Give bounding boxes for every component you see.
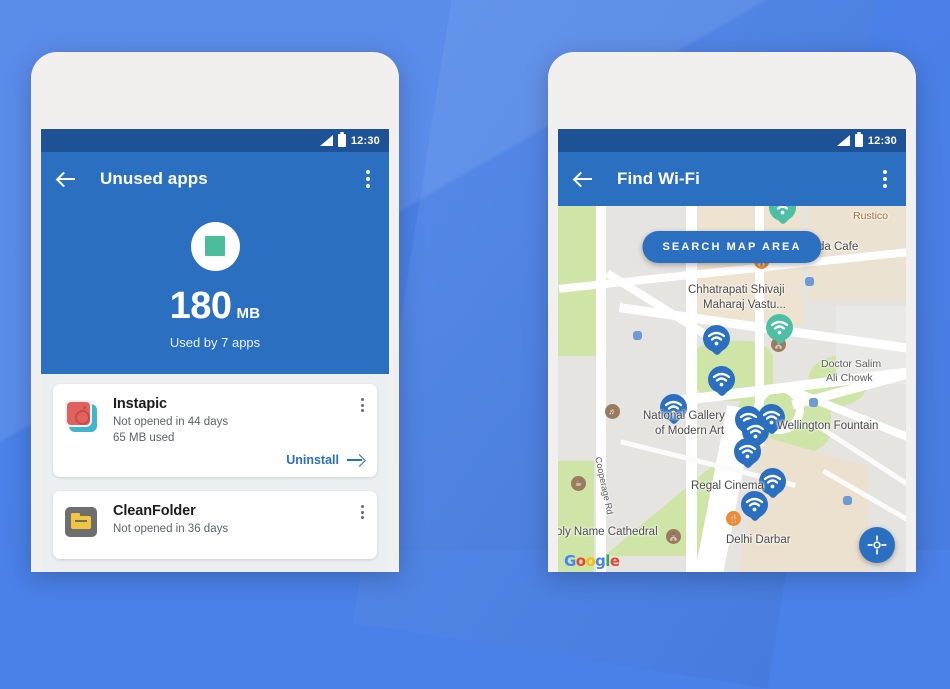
storage-subtitle: Used by 7 apps — [169, 335, 261, 350]
poi-marker[interactable] — [809, 398, 818, 407]
app-details: Instapic Not opened in 44 days 65 MB use… — [105, 396, 365, 467]
storage-unit: MB — [236, 305, 261, 322]
storage-value-row: 180 MB — [41, 287, 389, 325]
status-bar-right: 12:30 — [558, 129, 906, 152]
page-title: Unused apps — [100, 169, 208, 188]
map-label: oly Name Cathedral — [558, 526, 658, 538]
map-label: of Modern Art — [655, 425, 725, 437]
phone-right: 12:30 Find Wi-Fi ⛪ ♬ ☕ ⛪ 🍴 Rustico da Ca… — [548, 52, 916, 572]
signal-icon — [319, 135, 333, 146]
wifi-icon — [738, 444, 757, 459]
storage-value: 180 — [169, 285, 232, 327]
overflow-menu-icon[interactable] — [361, 505, 364, 519]
battery-icon — [854, 132, 863, 147]
poi-marker[interactable]: ♬ — [605, 404, 620, 419]
cleanfolder-app-icon — [65, 507, 99, 539]
back-arrow-icon[interactable] — [571, 166, 597, 192]
search-map-area-button[interactable]: SEARCH MAP AREA — [642, 231, 822, 263]
wifi-icon — [774, 206, 791, 215]
app-last-opened: Not opened in 44 days — [113, 416, 229, 428]
status-bar-left: 12:30 — [41, 129, 389, 152]
map-label: Wellington Fountain — [777, 420, 879, 432]
wifi-pin[interactable] — [769, 206, 796, 228]
map-label: da Cafe — [818, 241, 859, 253]
back-arrow-icon[interactable] — [54, 166, 80, 192]
my-location-icon — [867, 535, 887, 555]
poi-marker[interactable] — [805, 277, 814, 286]
duplicate-squares-icon — [190, 222, 240, 271]
phone-right-bezel-top — [548, 52, 916, 155]
map-label: National Gallery — [643, 410, 725, 422]
unused-apps-list: Instapic Not opened in 44 days 65 MB use… — [41, 374, 389, 572]
list-item[interactable]: Instapic Not opened in 44 days 65 MB use… — [53, 384, 377, 477]
wifi-pin[interactable] — [741, 491, 768, 525]
arrow-right-icon — [347, 454, 365, 466]
map-canvas[interactable]: ☕ ⛪ ⛪ ♬ ☕ ⛪ 🍴 — [558, 206, 906, 572]
overflow-menu-icon[interactable] — [361, 398, 364, 412]
poi-marker[interactable] — [633, 331, 642, 340]
poi-marker[interactable] — [843, 496, 852, 505]
status-time: 12:30 — [350, 134, 380, 147]
overflow-menu-icon[interactable] — [883, 170, 887, 188]
toolbar-find-wifi: Find Wi-Fi — [558, 152, 906, 206]
app-icon-wrap — [65, 396, 105, 467]
poi-marker[interactable]: ☕ — [571, 476, 586, 491]
map-road — [596, 206, 606, 572]
map-label: Delhi Darbar — [726, 534, 791, 546]
wifi-pin[interactable] — [734, 438, 761, 472]
wifi-icon — [707, 331, 726, 346]
my-location-button[interactable] — [859, 527, 895, 563]
wifi-pin[interactable] — [708, 366, 735, 400]
poi-marker[interactable]: ⛪ — [666, 529, 681, 544]
app-last-opened: Not opened in 36 days — [113, 523, 229, 535]
battery-icon — [337, 132, 346, 147]
overflow-menu-icon[interactable] — [366, 170, 370, 188]
wifi-pin[interactable] — [703, 325, 730, 359]
map-label: Regal Cinema — [691, 480, 764, 492]
wifi-icon — [712, 372, 731, 387]
storage-summary: 180 MB Used by 7 apps — [41, 206, 389, 374]
google-attribution: Google — [564, 552, 620, 570]
app-name: Instapic — [113, 396, 167, 412]
app-details: CleanFolder Not opened in 36 days — [105, 503, 365, 539]
wifi-icon — [745, 497, 764, 512]
phone-left-bezel-top — [31, 52, 399, 155]
instapic-app-icon — [65, 400, 101, 436]
wifi-icon — [770, 320, 789, 335]
phone-left: 12:30 Unused apps 180MB Used by 7 apps — [31, 52, 399, 572]
wifi-pin[interactable] — [766, 314, 793, 348]
app-name: CleanFolder — [113, 503, 196, 519]
app-icon-wrap — [65, 503, 105, 539]
uninstall-button[interactable]: Uninstall — [113, 453, 365, 467]
map-label: Chhatrapati Shivaji — [688, 284, 785, 296]
map-label: Maharaj Vastu... — [703, 299, 786, 311]
app-size-used: 65 MB used — [113, 432, 175, 444]
uninstall-label: Uninstall — [286, 453, 339, 467]
signal-icon — [836, 135, 850, 146]
phone-left-screen: 12:30 Unused apps 180MB Used by 7 apps — [41, 129, 389, 572]
poi-marker[interactable]: 🍴 — [726, 511, 741, 526]
toolbar-unused-apps: Unused apps — [41, 152, 389, 206]
phone-right-screen: 12:30 Find Wi-Fi ⛪ ♬ ☕ ⛪ 🍴 Rustico da Ca… — [558, 129, 906, 572]
status-time: 12:30 — [867, 134, 897, 147]
list-item[interactable]: CleanFolder Not opened in 36 days — [53, 491, 377, 559]
map-label: Ali Chowk — [826, 372, 873, 384]
map-label: Rustico — [853, 210, 889, 222]
map-label: Doctor Salim — [821, 358, 882, 370]
page-title: Find Wi-Fi — [617, 169, 700, 188]
